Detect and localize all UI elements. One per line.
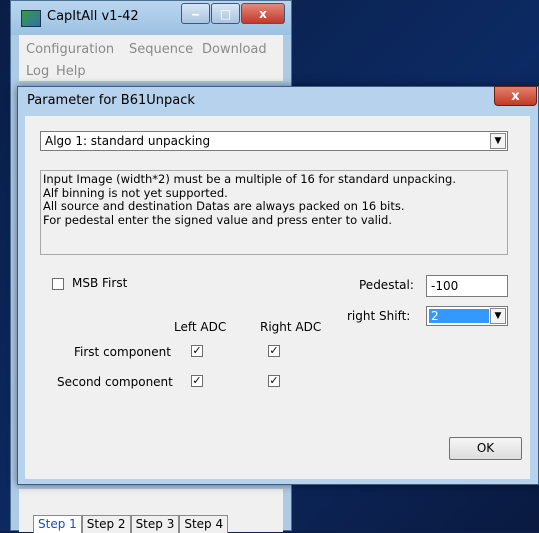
right-shift-label: right Shift: [347,309,411,323]
left-adc-header: Left ADC [174,320,227,334]
caption-buttons: ‒ □ x [181,3,285,25]
dialog-title: Parameter for B61Unpack [27,93,195,108]
tab-step-4[interactable]: Step 4 [179,515,229,533]
main-window-title: CapItAll v1-42 [47,9,139,24]
info-line: Input Image (width*2) must be a multiple… [43,172,457,186]
tab-step-1[interactable]: Step 1 [33,515,82,533]
menu-bar: Configuration Sequence Download Log Help [19,35,283,81]
step-tabs: Step 1 Step 2 Step 3 Step 4 [33,515,229,533]
algo-select[interactable]: Algo 1: standard unpacking ▼ [40,131,508,151]
dialog-client-area: Algo 1: standard unpacking ▼ Input Image… [25,116,530,479]
first-right-adc-checkbox[interactable]: ✓ [268,345,280,357]
right-shift-select[interactable]: 2 ▼ [426,306,508,326]
info-text-box: Input Image (width*2) must be a multiple… [40,170,508,255]
pedestal-label: Pedestal: [359,278,414,292]
info-line: Alf binning is not yet supported. [43,185,228,200]
tab-step-2[interactable]: Step 2 [81,515,131,533]
second-component-label: Second component [57,375,173,389]
second-right-adc-checkbox[interactable]: ✓ [268,375,280,387]
msb-first-label: MSB First [72,276,128,290]
msb-first-checkbox[interactable] [52,278,64,290]
pedestal-input[interactable]: -100 [426,275,508,297]
dialog-close-icon[interactable]: x [494,86,537,106]
algo-select-value: Algo 1: standard unpacking [45,134,211,148]
maximize-icon[interactable]: □ [211,3,240,24]
menu-help[interactable]: Help [56,64,86,79]
info-line: For pedestal enter the signed value and … [43,212,393,227]
app-icon [21,10,41,27]
chevron-down-icon[interactable]: ▼ [490,308,506,324]
menu-log[interactable]: Log [26,64,49,79]
parameter-dialog: Parameter for B61Unpack x Algo 1: standa… [17,86,539,485]
menu-download[interactable]: Download [202,42,267,57]
second-left-adc-checkbox[interactable]: ✓ [191,375,203,387]
first-component-label: First component [74,345,171,359]
right-adc-header: Right ADC [260,320,322,334]
ok-button[interactable]: OK [449,437,522,460]
right-shift-value: 2 [429,309,489,323]
minimize-icon[interactable]: ‒ [181,3,210,24]
menu-configuration[interactable]: Configuration [26,42,114,57]
close-icon[interactable]: x [241,3,285,24]
pedestal-value: -100 [431,279,459,293]
tab-step-3[interactable]: Step 3 [130,515,180,533]
first-left-adc-checkbox[interactable]: ✓ [191,345,203,357]
chevron-down-icon[interactable]: ▼ [490,133,506,149]
info-line: All source and destination Datas are alw… [43,199,405,213]
menu-sequence[interactable]: Sequence [129,42,193,57]
main-title-bar: CapItAll v1-42 ‒ □ x [11,1,291,35]
